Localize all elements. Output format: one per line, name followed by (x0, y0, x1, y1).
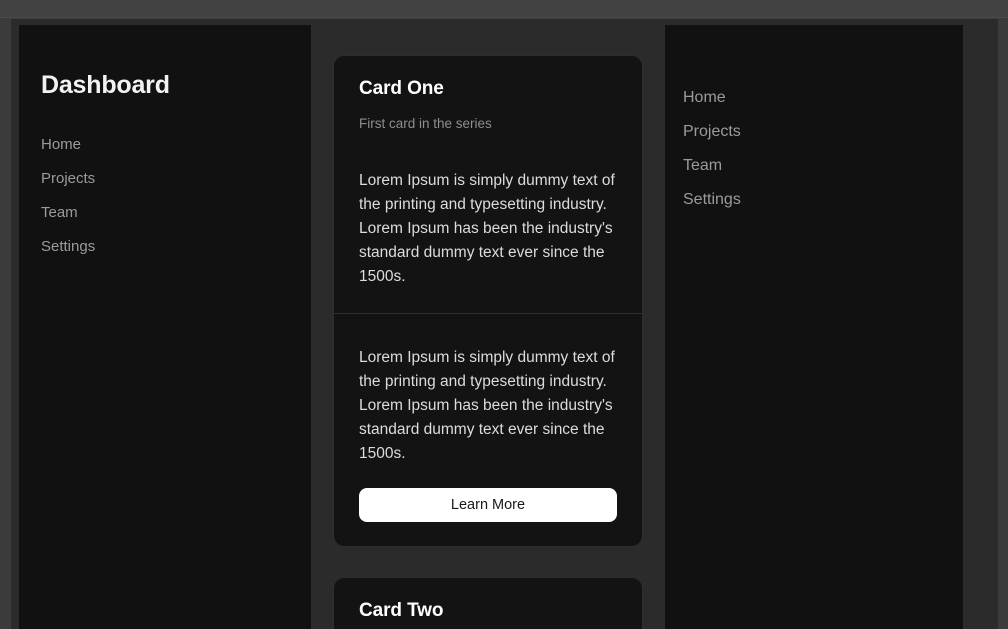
sidebar-nav: Home Projects Team Settings (41, 128, 311, 264)
card-one-body-top: Lorem Ipsum is simply dummy text of the … (359, 172, 615, 285)
card-two-header-section: Card Two (334, 578, 642, 629)
page-layout: Dashboard Home Projects Team Settings Ca… (19, 25, 963, 629)
card-column: Card One First card in the series Lorem … (333, 25, 643, 629)
right-panel-nav: Home Projects Team Settings (683, 81, 963, 217)
card-one-body-bottom: Lorem Ipsum is simply dummy text of the … (359, 349, 615, 462)
page-title: Dashboard (41, 71, 170, 99)
right-panel-item-settings[interactable]: Settings (683, 183, 963, 217)
right-panel-item-home[interactable]: Home (683, 81, 963, 115)
card-one: Card One First card in the series Lorem … (333, 55, 643, 547)
app-window: Dashboard Home Projects Team Settings Ca… (10, 18, 998, 629)
desktop-background: Dashboard Home Projects Team Settings Ca… (0, 0, 1008, 629)
sidebar: Dashboard Home Projects Team Settings (19, 25, 311, 629)
sidebar-item-projects[interactable]: Projects (41, 162, 311, 196)
card-two-title: Card Two (359, 600, 444, 621)
sidebar-item-team[interactable]: Team (41, 196, 311, 230)
sidebar-item-home[interactable]: Home (41, 128, 311, 162)
card-one-footer-section: Lorem Ipsum is simply dummy text of the … (334, 313, 642, 546)
card-one-title: Card One (359, 78, 444, 99)
right-panel-item-team[interactable]: Team (683, 149, 963, 183)
window-titlebar (0, 0, 1008, 18)
right-panel: Home Projects Team Settings (665, 25, 963, 629)
card-one-header-section: Card One First card in the series Lorem … (334, 56, 642, 313)
card-two: Card Two (333, 577, 643, 629)
right-panel-item-projects[interactable]: Projects (683, 115, 963, 149)
learn-more-button[interactable]: Learn More (359, 488, 617, 522)
sidebar-item-settings[interactable]: Settings (41, 230, 311, 264)
card-one-subtitle: First card in the series (359, 116, 492, 131)
